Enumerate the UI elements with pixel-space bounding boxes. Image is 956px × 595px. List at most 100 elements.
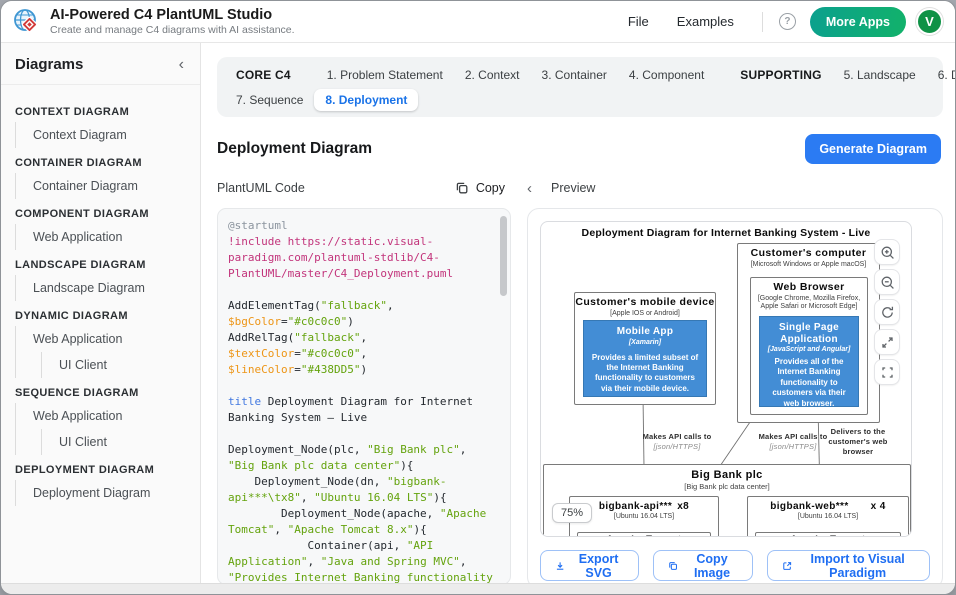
preview-actions: Export SVG Copy Image bbox=[540, 550, 930, 581]
zoom-out-button[interactable] bbox=[874, 269, 900, 295]
tab-5-landscape[interactable]: 5. Landscape bbox=[833, 64, 927, 86]
node-mobile-device: Customer's mobile device [Apple IOS or A… bbox=[574, 292, 716, 405]
code-line: @startuml bbox=[228, 218, 496, 234]
sidebar-section-context-diagram: CONTEXT DIAGRAM bbox=[1, 97, 200, 122]
code-editor[interactable]: @startuml!include https://static.visual-… bbox=[217, 208, 511, 583]
generate-diagram-button[interactable]: Generate Diagram bbox=[805, 134, 941, 164]
fit-view-button[interactable] bbox=[874, 359, 900, 385]
code-line bbox=[228, 282, 496, 298]
sidebar-sections: CONTEXT DIAGRAMContext DiagramCONTAINER … bbox=[1, 85, 200, 506]
code-line: Application", "Java and Spring MVC", bbox=[228, 554, 496, 570]
node-bigbank-web-count: x 4 bbox=[871, 501, 886, 512]
sidebar-section-landscape-diagram: LANDSCAPE DIAGRAM bbox=[1, 250, 200, 275]
sidebar-item-landscape-diagram[interactable]: Landscape Diagram bbox=[15, 275, 200, 301]
code-line: Deployment_Node(dn, "bigbank- bbox=[228, 474, 496, 490]
node-apache-tomcat-web-name: Apache Tomcat bbox=[756, 535, 900, 537]
tabs-row2: 7. Sequence8. Deployment bbox=[225, 87, 935, 112]
code-line: AddElementTag("fallback", bbox=[228, 298, 496, 314]
copy-image-button[interactable]: Copy Image bbox=[653, 550, 753, 581]
expand-button[interactable] bbox=[874, 329, 900, 355]
export-svg-button[interactable]: Export SVG bbox=[540, 550, 639, 581]
avatar[interactable]: V bbox=[916, 8, 943, 35]
container-spa-tech: [JavaScript and Angular] bbox=[765, 346, 853, 353]
code-scrollbar[interactable] bbox=[500, 216, 507, 296]
node-apache-tomcat-api-name: Apache Tomcat bbox=[578, 535, 710, 537]
node-big-bank-tech: [Big Bank plc data center] bbox=[544, 482, 910, 491]
code-line: !include https://static.visual- bbox=[228, 234, 496, 250]
sidebar-title: Diagrams bbox=[15, 56, 83, 73]
container-spa: Single Page Application [JavaScript and … bbox=[759, 316, 859, 407]
code-line: $bgColor="#c0c0c0") bbox=[228, 314, 496, 330]
sidebar-section-sequence-diagram: SEQUENCE DIAGRAM bbox=[1, 378, 200, 403]
code-line: title Deployment Diagram for Internet bbox=[228, 394, 496, 410]
copy-label: Copy bbox=[476, 181, 505, 195]
node-web-browser: Web Browser [Google Chrome, Mozilla Fire… bbox=[750, 277, 868, 415]
code-line: "Big Bank plc data center"){ bbox=[228, 458, 496, 474]
container-mobile-app-desc: Provides a limited subset of the Interne… bbox=[589, 353, 701, 395]
node-bigbank-api-count: x8 bbox=[677, 501, 689, 512]
node-apache-tomcat-web: Apache Tomcat bbox=[755, 532, 901, 537]
sidebar-item-ui-client[interactable]: UI Client bbox=[41, 352, 200, 378]
zoom-in-icon bbox=[880, 245, 895, 260]
app-header: AI-Powered C4 PlantUML Studio Create and… bbox=[1, 1, 955, 43]
more-apps-button[interactable]: More Apps bbox=[810, 7, 906, 37]
tab-6-dynamic[interactable]: 6. Dynamic bbox=[927, 64, 955, 86]
sidebar-item-web-application[interactable]: Web Application bbox=[15, 326, 200, 352]
reset-view-button[interactable] bbox=[874, 299, 900, 325]
sidebar-section-container-diagram: CONTAINER DIAGRAM bbox=[1, 148, 200, 173]
tab-7-sequence[interactable]: 7. Sequence bbox=[225, 89, 314, 111]
expand-icon bbox=[880, 335, 895, 350]
tabs-bar: CORE C41. Problem Statement2. Context3. … bbox=[217, 57, 943, 117]
diagram-title: Deployment Diagram for Internet Banking … bbox=[541, 227, 911, 239]
sidebar-item-container-diagram[interactable]: Container Diagram bbox=[15, 173, 200, 199]
node-web-browser-name: Web Browser bbox=[751, 282, 867, 294]
edge-label-3: Delivers to the customer's web browser bbox=[827, 427, 889, 456]
code-line: Deployment_Node(apache, "Apache bbox=[228, 506, 496, 522]
sidebar-section-deployment-diagram: DEPLOYMENT DIAGRAM bbox=[1, 455, 200, 480]
menu-examples[interactable]: Examples bbox=[677, 14, 734, 29]
download-icon bbox=[555, 559, 565, 573]
zoom-out-icon bbox=[880, 275, 895, 290]
sidebar-section-component-diagram: COMPONENT DIAGRAM bbox=[1, 199, 200, 224]
node-web-browser-tech: [Google Chrome, Mozilla Firefox, Apple S… bbox=[751, 295, 867, 313]
sidebar-item-context-diagram[interactable]: Context Diagram bbox=[15, 122, 200, 148]
help-icon[interactable]: ? bbox=[779, 13, 796, 30]
code-line: paradigm.com/plantuml-stdlib/C4- bbox=[228, 250, 496, 266]
code-line bbox=[228, 426, 496, 442]
code-line: Banking System — Live bbox=[228, 410, 496, 426]
header-divider bbox=[762, 12, 763, 32]
sidebar-item-web-application[interactable]: Web Application bbox=[15, 403, 200, 429]
copy-code-button[interactable]: Copy bbox=[455, 181, 511, 195]
import-to-visual-paradigm-button[interactable]: Import to Visual Paradigm bbox=[767, 550, 930, 581]
window-bottom-strip bbox=[1, 583, 955, 594]
sidebar-item-deployment-diagram[interactable]: Deployment Diagram bbox=[15, 480, 200, 506]
tab-3-container[interactable]: 3. Container bbox=[531, 64, 618, 86]
node-big-bank-name: Big Bank plc bbox=[544, 469, 910, 481]
zoom-in-button[interactable] bbox=[874, 239, 900, 265]
node-bigbank-web-tech: [Ubuntu 16.04 LTS] bbox=[748, 513, 908, 522]
sidebar-collapse-icon[interactable]: ‹ bbox=[179, 57, 184, 73]
menu-file[interactable]: File bbox=[628, 14, 649, 29]
diagram-canvas[interactable]: Deployment Diagram for Internet Banking … bbox=[540, 221, 912, 537]
reset-view-icon bbox=[880, 305, 895, 320]
copy-image-label: Copy Image bbox=[686, 552, 738, 580]
page-title: Deployment Diagram bbox=[217, 140, 372, 158]
edge-label-2: Makes API calls to [json/HTTPS] bbox=[753, 432, 833, 452]
code-line: AddRelTag("fallback", bbox=[228, 330, 496, 346]
edge-label-2-text: Makes API calls to bbox=[753, 432, 833, 442]
node-mobile-device-name: Customer's mobile device bbox=[575, 297, 715, 309]
preview-back-icon[interactable]: ‹ bbox=[527, 181, 532, 196]
code-line: "Provides Internet Banking functionality bbox=[228, 570, 496, 583]
tab-8-deployment[interactable]: 8. Deployment bbox=[314, 89, 418, 111]
sidebar-item-web-application[interactable]: Web Application bbox=[15, 224, 200, 250]
preview-panel: Deployment Diagram for Internet Banking … bbox=[527, 208, 943, 583]
node-customers-computer: Customer's computer [Microsoft Windows o… bbox=[737, 243, 880, 423]
tab-2-context[interactable]: 2. Context bbox=[454, 64, 531, 86]
tab-4-component[interactable]: 4. Component bbox=[618, 64, 715, 86]
copy-image-icon bbox=[668, 559, 678, 573]
tab-1-problem-statement[interactable]: 1. Problem Statement bbox=[316, 64, 454, 86]
app-window: AI-Powered C4 PlantUML Studio Create and… bbox=[0, 0, 956, 595]
container-mobile-app-name: Mobile App bbox=[589, 326, 701, 338]
sidebar-item-ui-client[interactable]: UI Client bbox=[41, 429, 200, 455]
tab-supporting: SUPPORTING bbox=[729, 64, 832, 86]
